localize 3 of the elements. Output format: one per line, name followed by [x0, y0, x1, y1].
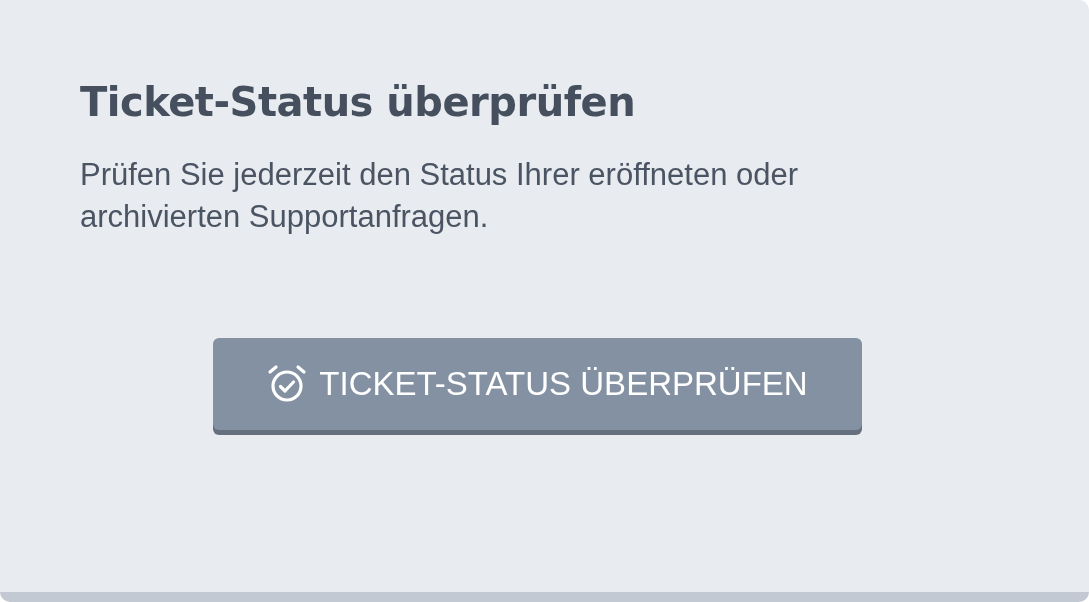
card-description: Prüfen Sie jederzeit den Status Ihrer eröffneten oder archivierten Supportanfragen. [80, 156, 800, 236]
alarm-clock-check-icon [267, 364, 308, 404]
card-title: Ticket-Status überprüfen [80, 78, 637, 127]
